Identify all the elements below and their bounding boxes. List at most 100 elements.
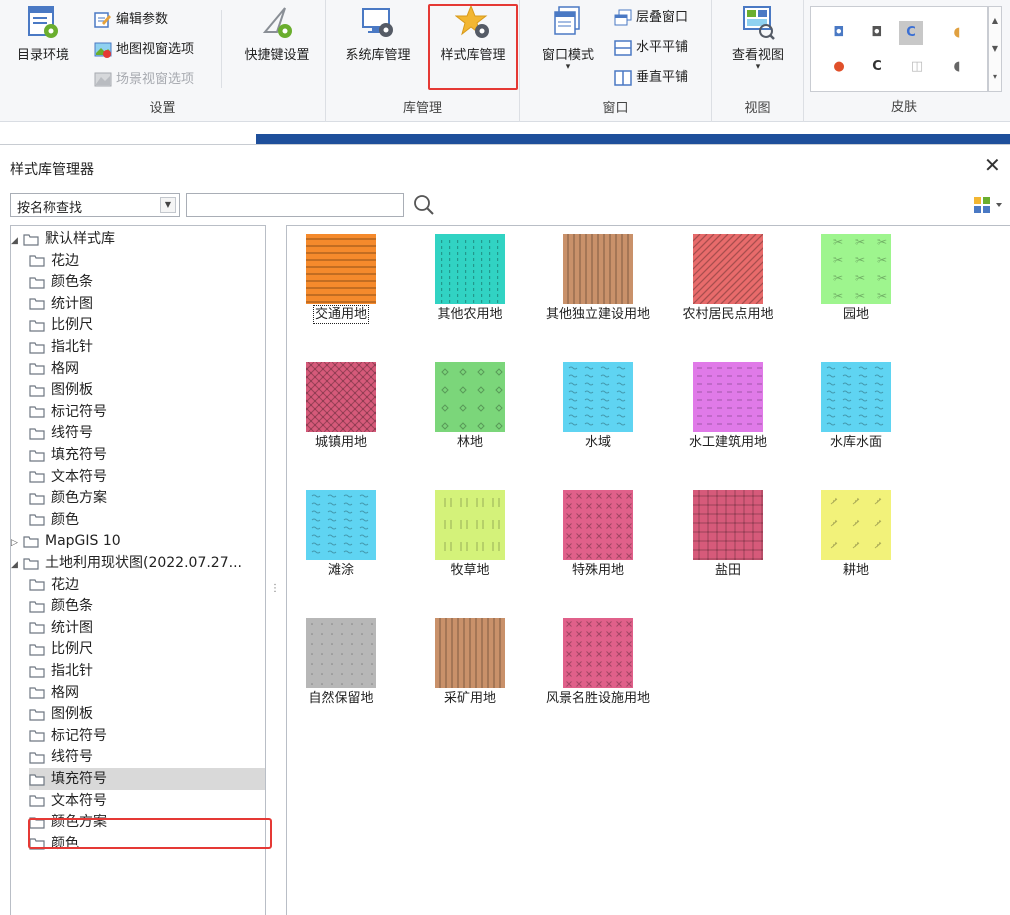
folder-icon xyxy=(29,385,45,397)
skin-option-8[interactable]: ◖ xyxy=(945,55,969,79)
fill-symbol-item[interactable]: 盐田 xyxy=(668,490,788,579)
fill-symbol-item[interactable]: 其他农用地 xyxy=(410,234,530,323)
tree-item[interactable]: 颜色方案 xyxy=(29,487,265,509)
tile-vertical-button[interactable]: 垂直平铺 xyxy=(614,68,688,88)
fill-symbol-swatch xyxy=(410,234,530,304)
fill-symbol-swatch xyxy=(668,234,788,304)
scroll-down-icon[interactable]: ▼ xyxy=(989,35,1001,63)
fill-symbol-item[interactable]: 交通用地 xyxy=(281,234,401,324)
tree-item[interactable]: 格网 xyxy=(29,358,265,380)
library-tree: ◢ 默认样式库 花边 颜色条 统计图 比例尺 指北针 格网 图例板 标记符号 线符号 填充符号 文本符号… xyxy=(10,225,266,915)
tree-item[interactable]: 花边 xyxy=(29,250,265,272)
fill-symbol-item[interactable]: 采矿用地 xyxy=(410,618,530,707)
tree-item-label: 指北针 xyxy=(51,663,93,679)
chevron-down-icon[interactable]: ▼ xyxy=(160,197,176,213)
fill-symbol-item[interactable]: 风景名胜设施用地 xyxy=(538,618,658,707)
tree-item[interactable]: 填充符号 xyxy=(29,768,265,790)
tree-item[interactable]: 标记符号 xyxy=(29,401,265,423)
fill-symbol-item[interactable]: 水库水面 xyxy=(796,362,916,451)
tree-item[interactable]: 线符号 xyxy=(29,422,265,444)
view-mode-icon[interactable] xyxy=(972,195,1006,215)
tree-item[interactable]: 颜色条 xyxy=(29,271,265,293)
search-mode-select[interactable]: 按名称查找 ▼ xyxy=(10,193,180,217)
skin-gallery: ◘ ◘ C ◖ ● C ◫ ◖ xyxy=(810,6,988,92)
tree-item[interactable]: 文本符号 xyxy=(29,466,265,488)
skin-option-2[interactable]: ◘ xyxy=(865,21,889,45)
map-view-options-button[interactable]: 地图视窗选项 xyxy=(94,40,194,60)
catalog-env-button[interactable]: 目录环境 xyxy=(8,4,78,63)
close-icon[interactable]: ✕ xyxy=(984,153,1001,177)
fill-symbol-item[interactable]: 城镇用地 xyxy=(281,362,401,451)
group-label-view: 视图 xyxy=(744,101,771,116)
tree-item[interactable]: 统计图 xyxy=(29,617,265,639)
search-input[interactable] xyxy=(186,193,404,217)
symbol-gallery: 交通用地 其他农用地 其他独立建设用地 农村居民点用地 ✂ ✂ ✂ ✂ ✂ ✂ ✂ ✂ ✂ ✂ ✂ ✂ 园地 城镇… xyxy=(286,225,1010,915)
tree-item-label: 线符号 xyxy=(51,425,93,442)
svg-text:✂: ✂ xyxy=(833,271,843,285)
edit-params-button[interactable]: 编辑参数 xyxy=(94,10,168,30)
tree-item-label: 图例板 xyxy=(51,382,93,399)
fill-symbol-item[interactable]: 滩涂 xyxy=(281,490,401,579)
search-icon[interactable] xyxy=(412,193,436,217)
fill-symbol-item[interactable]: 特殊用地 xyxy=(538,490,658,579)
tree-item-label: 颜色条 xyxy=(51,598,93,615)
fill-symbol-item[interactable]: 水域 xyxy=(538,362,658,451)
expanded-arrow-icon[interactable]: ◢ xyxy=(11,554,23,576)
tree-item[interactable]: ▷ MapGIS 10 xyxy=(11,530,265,552)
tree-item[interactable]: 比例尺 xyxy=(29,314,265,336)
tree-item[interactable]: 格网 xyxy=(29,682,265,704)
fill-symbol-swatch xyxy=(281,234,401,304)
fill-symbol-swatch xyxy=(538,234,658,304)
tile-vertical-icon xyxy=(614,69,632,86)
system-lib-manager-button[interactable]: 系统库管理 xyxy=(336,4,420,63)
svg-text:✂: ✂ xyxy=(855,289,865,303)
skin-option-1[interactable]: ◘ xyxy=(827,21,851,45)
skin-option-6[interactable]: C xyxy=(865,55,889,79)
skin-option-7[interactable]: ◫ xyxy=(905,55,929,79)
skin-option-5[interactable]: ● xyxy=(827,55,851,79)
fill-symbol-label: 农村居民点用地 xyxy=(682,307,774,322)
folder-icon xyxy=(29,752,45,764)
gallery-expand-icon[interactable]: ▾ xyxy=(989,63,1001,91)
cascade-windows-button[interactable]: 层叠窗口 xyxy=(614,8,688,28)
fill-symbol-item[interactable]: 牧草地 xyxy=(410,490,530,579)
scroll-up-icon[interactable]: ▲ xyxy=(989,7,1001,35)
group-label-window: 窗口 xyxy=(602,101,629,116)
fill-symbol-item[interactable]: 农村居民点用地 xyxy=(668,234,788,323)
tree-item[interactable]: 指北针 xyxy=(29,336,265,358)
tree-item[interactable]: 标记符号 xyxy=(29,725,265,747)
fill-symbol-item[interactable]: 耕地 xyxy=(796,490,916,579)
tree-item[interactable]: 填充符号 xyxy=(29,444,265,466)
skin-option-4[interactable]: ◖ xyxy=(945,21,969,45)
fill-symbol-item[interactable]: 林地 xyxy=(410,362,530,451)
tile-horizontal-button[interactable]: 水平平铺 xyxy=(614,38,688,58)
view-views-button[interactable]: 查看视图 ▾ xyxy=(716,4,800,72)
splitter-handle[interactable]: ⋮ xyxy=(270,584,280,594)
fill-symbol-item[interactable]: ✂ ✂ ✂ ✂ ✂ ✂ ✂ ✂ ✂ ✂ ✂ ✂ 园地 xyxy=(796,234,916,323)
tree-item[interactable]: 颜色条 xyxy=(29,595,265,617)
shortcut-settings-button[interactable]: 快捷键设置 xyxy=(232,4,322,63)
tree-item[interactable]: 颜色 xyxy=(29,509,265,531)
tree-item[interactable]: ◢ 土地利用现状图(2022.07.27... xyxy=(11,552,265,574)
tree-item[interactable]: 比例尺 xyxy=(29,638,265,660)
tree-item[interactable]: 图例板 xyxy=(29,703,265,725)
tree-item[interactable]: 统计图 xyxy=(29,293,265,315)
catalog-env-icon xyxy=(28,6,58,38)
window-mode-button[interactable]: 窗口模式 ▾ xyxy=(528,4,608,72)
fill-symbol-item[interactable]: 水工建筑用地 xyxy=(668,362,788,451)
tree-item[interactable]: 指北针 xyxy=(29,660,265,682)
skin-option-3[interactable]: C xyxy=(899,21,923,45)
expanded-arrow-icon[interactable]: ◢ xyxy=(11,230,23,252)
tree-item[interactable]: 线符号 xyxy=(29,746,265,768)
cascade-icon xyxy=(614,9,632,25)
skin-gallery-scroll[interactable]: ▲ ▼ ▾ xyxy=(988,6,1002,92)
fill-symbol-item[interactable]: 其他独立建设用地 xyxy=(538,234,658,323)
system-lib-icon xyxy=(362,8,393,37)
tree-item[interactable]: ◢ 默认样式库 xyxy=(11,228,265,250)
tree-item[interactable]: 花边 xyxy=(29,574,265,596)
tree-item[interactable]: 图例板 xyxy=(29,379,265,401)
svg-text:✂: ✂ xyxy=(855,253,865,267)
folder-icon xyxy=(29,471,45,483)
fill-symbol-item[interactable]: 自然保留地 xyxy=(281,618,401,707)
tree-item[interactable]: 文本符号 xyxy=(29,790,265,812)
